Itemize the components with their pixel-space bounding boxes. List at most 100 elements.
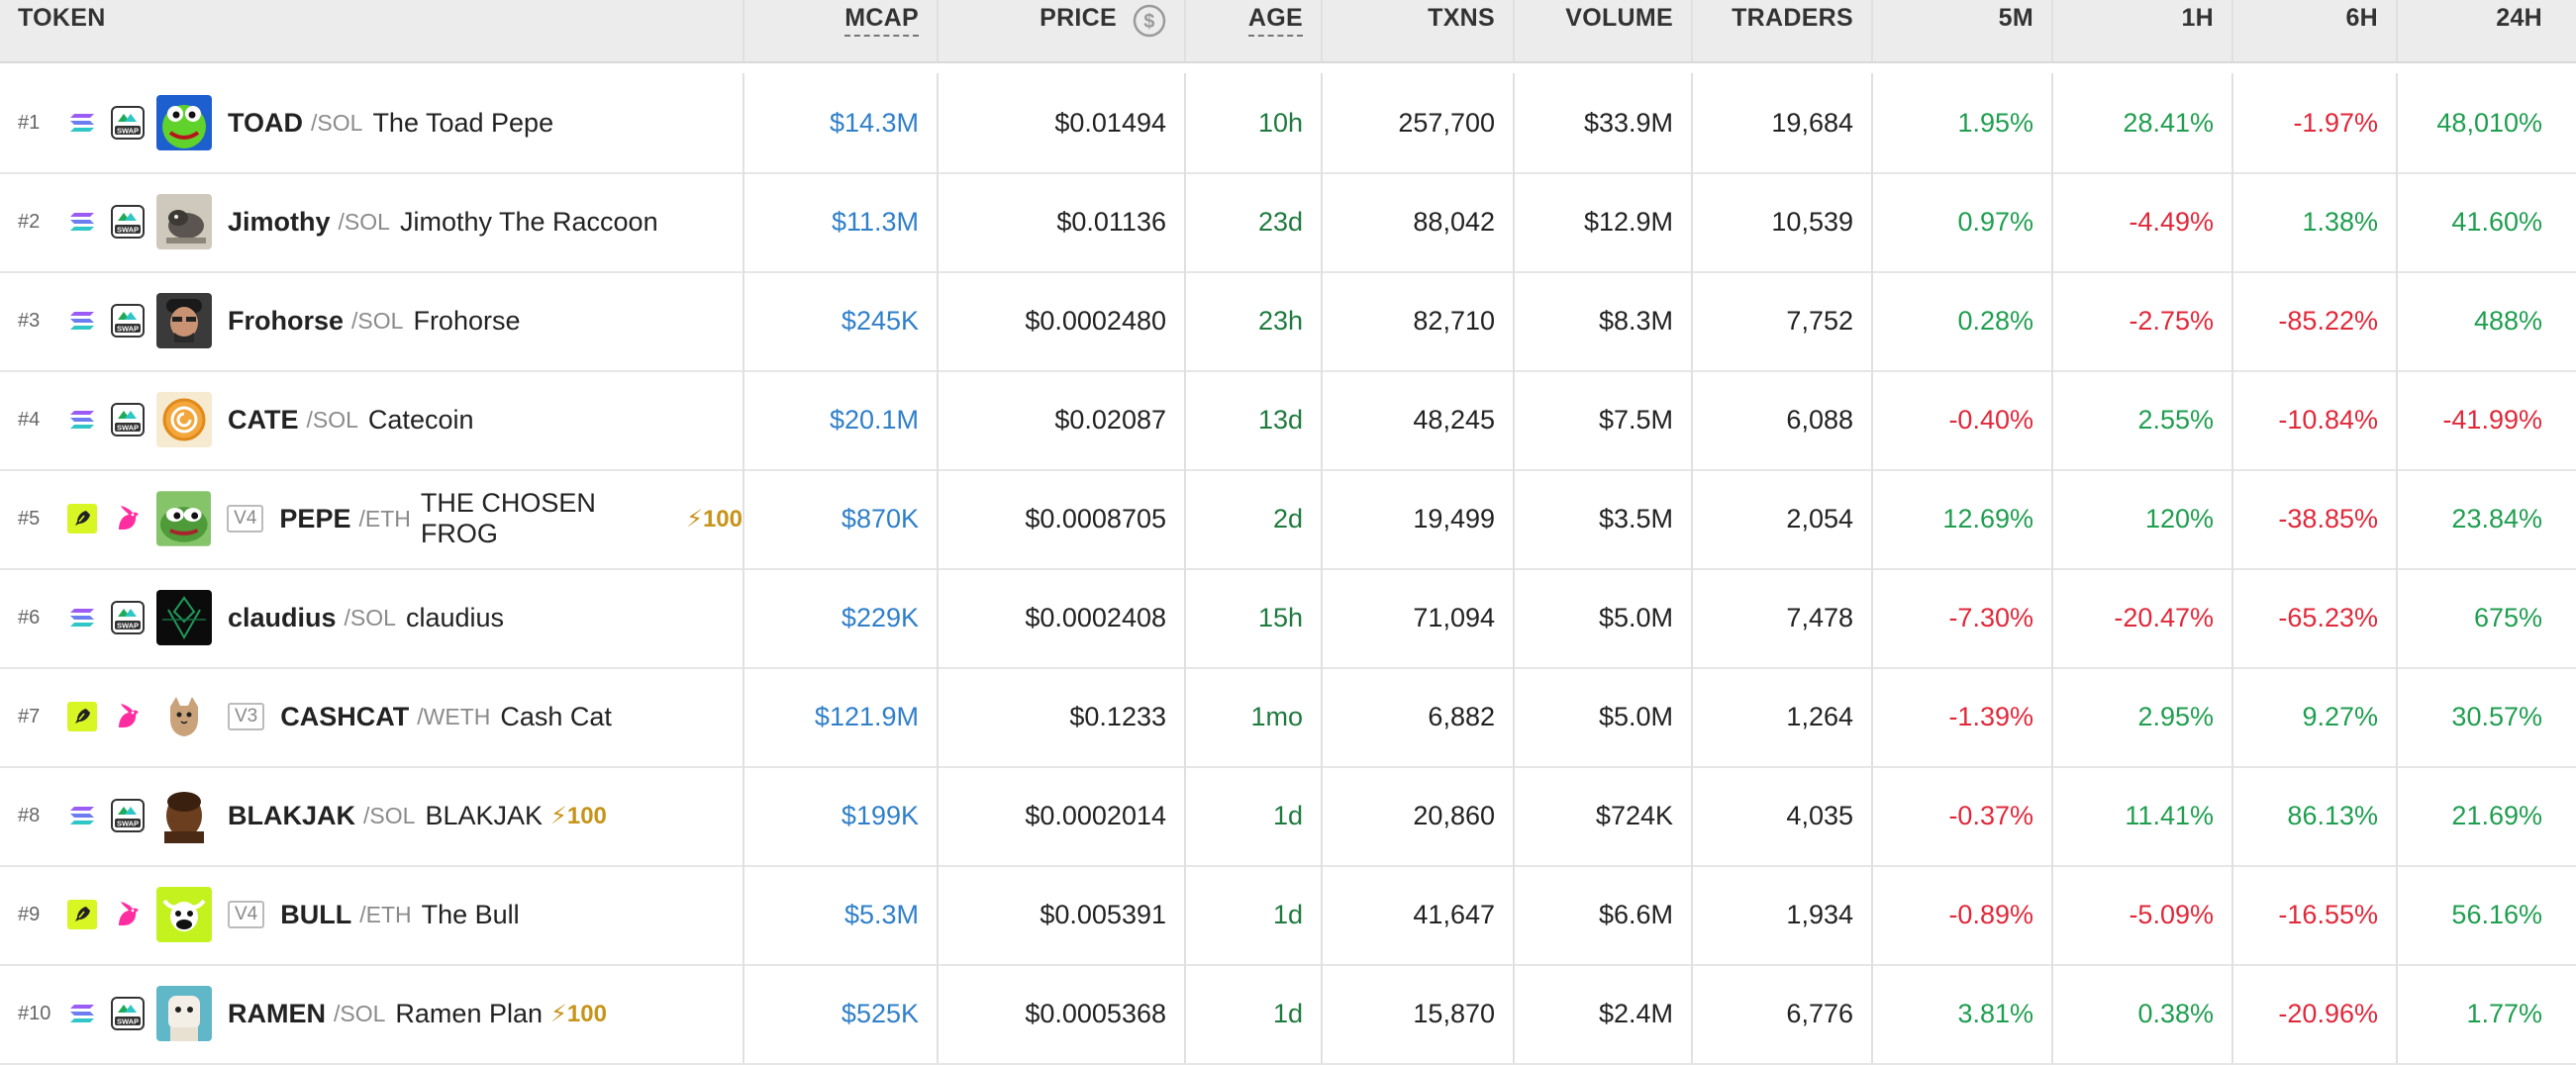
rank-label: #7 xyxy=(18,705,41,727)
change-6h-cell: -20.96% xyxy=(2231,964,2396,1063)
rank-label: #10 xyxy=(18,1002,51,1024)
traders-cell: 6,088 xyxy=(1691,370,1871,469)
table-row[interactable]: #9 V4 BULL/ETH The Bull $5.3M $0.005391 1d 41,6… xyxy=(0,865,2576,966)
solana-icon xyxy=(67,999,97,1028)
col-1h-header[interactable]: 1H xyxy=(2051,0,2231,61)
txns-cell: 6,882 xyxy=(1321,667,1513,766)
change-6h-cell: -38.85% xyxy=(2231,469,2396,568)
change-24h-cell: 1.77% xyxy=(2396,964,2576,1063)
change-1h-cell: -2.75% xyxy=(2051,271,2231,370)
col-traders-header[interactable]: TRADERS xyxy=(1691,0,1871,61)
token-cell[interactable]: #1 SWAP TOAD/SOL The Toad Pepe xyxy=(0,73,743,172)
traders-cell: 1,934 xyxy=(1691,865,1871,964)
age-cell: 23d xyxy=(1184,172,1321,271)
token-symbol: PEPE xyxy=(279,503,351,533)
table-row[interactable]: #3 SWAP Frohorse/SOL Frohorse $245K $0.000248… xyxy=(0,271,2576,372)
mcap-cell: $245K xyxy=(743,271,937,370)
quote-token: /SOL xyxy=(344,604,396,630)
change-6h-cell: -1.97% xyxy=(2231,73,2396,172)
volume-cell: $5.0M xyxy=(1513,667,1691,766)
pepe-avatar xyxy=(155,491,212,546)
col-token-label: TOKEN xyxy=(18,4,106,32)
solana-icon xyxy=(67,603,97,632)
price-cell: $0.0005368 xyxy=(937,964,1184,1063)
quote-token: /SOL xyxy=(363,802,416,828)
token-cell[interactable]: #4 SWAP CATE/SOL Catecoin xyxy=(0,370,743,469)
table-row[interactable]: #4 SWAP CATE/SOL Catecoin $20.1M $0.02087 13d 4… xyxy=(0,370,2576,471)
token-cell[interactable]: #7 V3 CASHCAT/WETH Cash Cat xyxy=(0,667,743,766)
svg-text:SWAP: SWAP xyxy=(117,127,139,136)
token-cell[interactable]: #9 V4 BULL/ETH The Bull xyxy=(0,865,743,964)
col-1h-label: 1H xyxy=(2181,4,2214,32)
token-cell[interactable]: #8 SWAP BLAKJAK/SOL BLAKJAK ⚡100 xyxy=(0,766,743,865)
solana-icon xyxy=(67,801,97,830)
volume-cell: $12.9M xyxy=(1513,172,1691,271)
svg-text:SWAP: SWAP xyxy=(117,325,139,334)
mcap-cell: $14.3M xyxy=(743,73,937,172)
col-age-label: AGE xyxy=(1247,4,1303,37)
quote-token: /SOL xyxy=(334,1000,386,1026)
table-row[interactable]: #6 SWAP claudius/SOL claudius $229K $0.000240… xyxy=(0,568,2576,669)
change-24h-cell: 41.60% xyxy=(2396,172,2576,271)
col-5m-header[interactable]: 5M xyxy=(1871,0,2051,61)
txns-cell: 41,647 xyxy=(1321,865,1513,964)
rank-label: #9 xyxy=(18,903,41,925)
col-mcap-header[interactable]: MCAP xyxy=(743,0,937,61)
price-cell: $0.0002408 xyxy=(937,568,1184,667)
volume-cell: $6.6M xyxy=(1513,865,1691,964)
change-5m-cell: -7.30% xyxy=(1871,568,2051,667)
token-cell[interactable]: #3 SWAP Frohorse/SOL Frohorse xyxy=(0,271,743,370)
token-cell[interactable]: #2 SWAP Jimothy/SOL Jimothy The Raccoon xyxy=(0,172,743,271)
raydium-swap-icon: SWAP xyxy=(111,304,145,338)
volume-cell: $2.4M xyxy=(1513,964,1691,1063)
table-row[interactable]: #2 SWAP Jimothy/SOL Jimothy The Raccoon $11.… xyxy=(0,172,2576,273)
col-age-header[interactable]: AGE xyxy=(1184,0,1321,61)
raccoon-avatar xyxy=(156,194,212,249)
txns-cell: 71,094 xyxy=(1321,568,1513,667)
table-row[interactable]: #7 V3 CASHCAT/WETH Cash Cat $121.9M $0.1233 1m… xyxy=(0,667,2576,768)
traders-cell: 1,264 xyxy=(1691,667,1871,766)
col-token-header[interactable]: TOKEN xyxy=(0,0,743,61)
solana-icon xyxy=(67,405,97,435)
quote-token: /ETH xyxy=(359,901,412,927)
traders-cell: 2,054 xyxy=(1691,469,1871,568)
claudius-avatar xyxy=(156,590,212,645)
volume-cell: $33.9M xyxy=(1513,73,1691,172)
age-cell: 10h xyxy=(1184,73,1321,172)
traders-cell: 10,539 xyxy=(1691,172,1871,271)
rank-label: #4 xyxy=(18,408,41,431)
ethereum-icon xyxy=(67,702,97,731)
col-6h-header[interactable]: 6H xyxy=(2231,0,2396,61)
age-cell: 13d xyxy=(1184,370,1321,469)
change-5m-cell: 0.97% xyxy=(1871,172,2051,271)
svg-text:$: $ xyxy=(1143,11,1154,33)
cashcat-avatar xyxy=(156,689,212,744)
table-row[interactable]: #1 SWAP TOAD/SOL The Toad Pepe $14.3M $0.0149… xyxy=(0,73,2576,174)
volume-cell: $724K xyxy=(1513,766,1691,865)
col-6h-label: 6H xyxy=(2345,4,2378,32)
table-row[interactable]: #8 SWAP BLAKJAK/SOL BLAKJAK ⚡100 $199K $0.0002… xyxy=(0,766,2576,867)
token-cell[interactable]: #5 V4 PEPE/ETH THE CHOSEN FROG ⚡100 xyxy=(0,469,743,568)
col-price-header[interactable]: PRICE $ xyxy=(937,0,1184,61)
token-table: TOKEN MCAP PRICE $ AGE TXNS VOLUME TRADE… xyxy=(0,0,2576,1065)
boost-badge: ⚡100 xyxy=(686,505,743,532)
col-24h-header[interactable]: 24H xyxy=(2396,0,2576,61)
token-cell[interactable]: #6 SWAP claudius/SOL claudius xyxy=(0,568,743,667)
change-5m-cell: -0.37% xyxy=(1871,766,2051,865)
col-txns-header[interactable]: TXNS xyxy=(1321,0,1513,61)
raydium-swap-icon: SWAP xyxy=(111,106,145,140)
solana-icon xyxy=(67,207,97,237)
currency-toggle-icon[interactable]: $ xyxy=(1133,4,1166,38)
token-symbol: Jimothy xyxy=(228,206,331,237)
col-volume-header[interactable]: VOLUME xyxy=(1513,0,1691,61)
age-cell: 2d xyxy=(1184,469,1321,568)
traders-cell: 6,776 xyxy=(1691,964,1871,1063)
table-row[interactable]: #10 SWAP RAMEN/SOL Ramen Plan ⚡100 $525K $0.00… xyxy=(0,964,2576,1065)
raydium-swap-icon: SWAP xyxy=(111,601,145,634)
svg-text:SWAP: SWAP xyxy=(117,226,139,235)
rank-label: #5 xyxy=(18,507,41,530)
change-6h-cell: 9.27% xyxy=(2231,667,2396,766)
table-row[interactable]: #5 V4 PEPE/ETH THE CHOSEN FROG ⚡100 $870K $0.0… xyxy=(0,469,2576,570)
token-cell[interactable]: #10 SWAP RAMEN/SOL Ramen Plan ⚡100 xyxy=(0,964,743,1063)
rank-label: #3 xyxy=(18,309,41,332)
